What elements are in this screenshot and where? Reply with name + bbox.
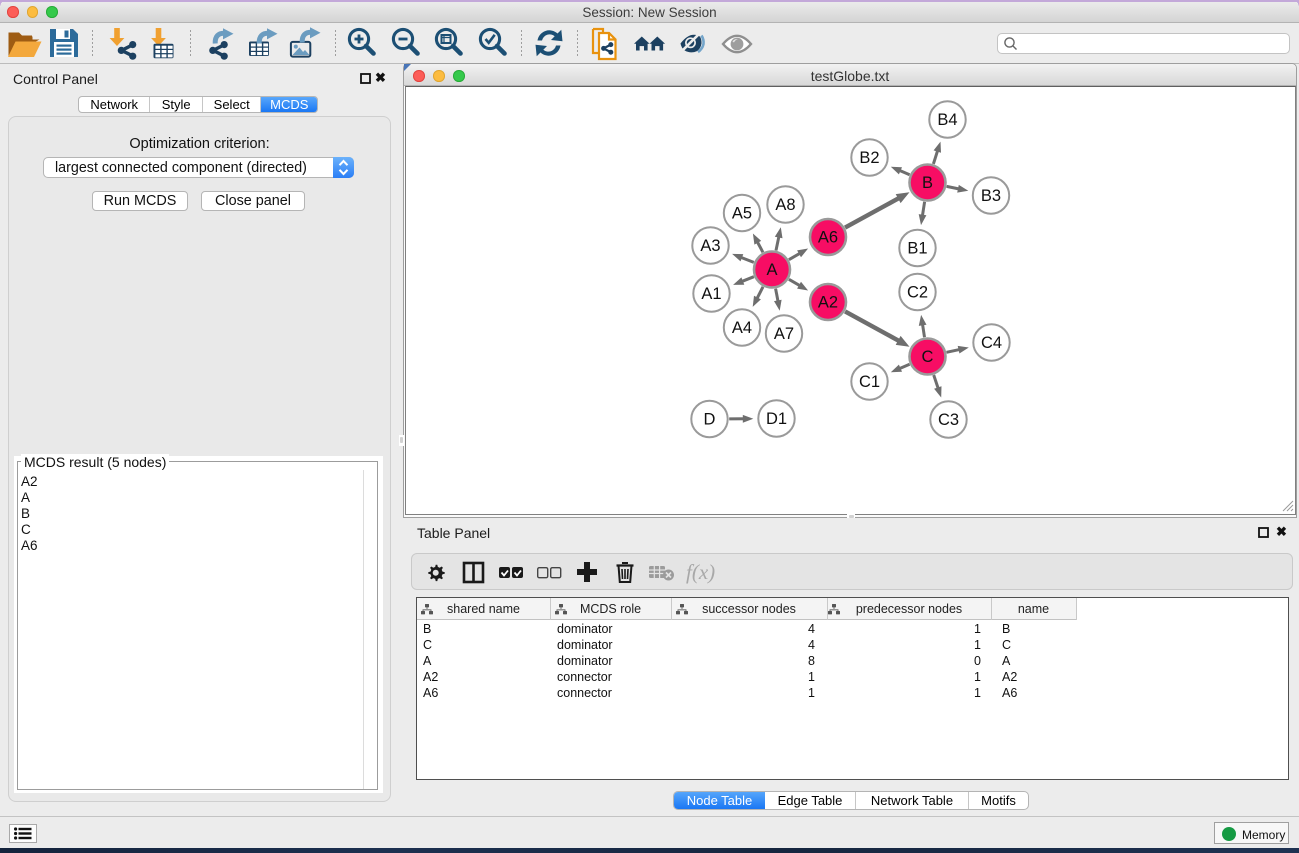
svg-text:C4: C4	[981, 334, 1002, 352]
svg-text:A1: A1	[701, 285, 721, 303]
svg-text:B: B	[922, 174, 933, 192]
svg-text:C1: C1	[859, 373, 880, 391]
svg-text:C3: C3	[938, 411, 959, 429]
svg-text:B1: B1	[907, 240, 927, 258]
svg-text:B4: B4	[937, 111, 957, 129]
svg-text:A8: A8	[775, 196, 795, 214]
svg-text:D: D	[704, 411, 716, 429]
svg-text:B2: B2	[859, 149, 879, 167]
svg-text:A5: A5	[732, 205, 752, 223]
svg-text:A6: A6	[818, 229, 838, 247]
svg-text:A2: A2	[818, 294, 838, 312]
svg-text:A3: A3	[700, 237, 720, 255]
svg-text:A7: A7	[774, 325, 794, 343]
svg-text:B3: B3	[981, 187, 1001, 205]
svg-text:C: C	[922, 348, 934, 366]
svg-text:A4: A4	[732, 319, 752, 337]
svg-text:D1: D1	[766, 410, 787, 428]
svg-text:C2: C2	[907, 284, 928, 302]
svg-text:A: A	[766, 261, 777, 279]
